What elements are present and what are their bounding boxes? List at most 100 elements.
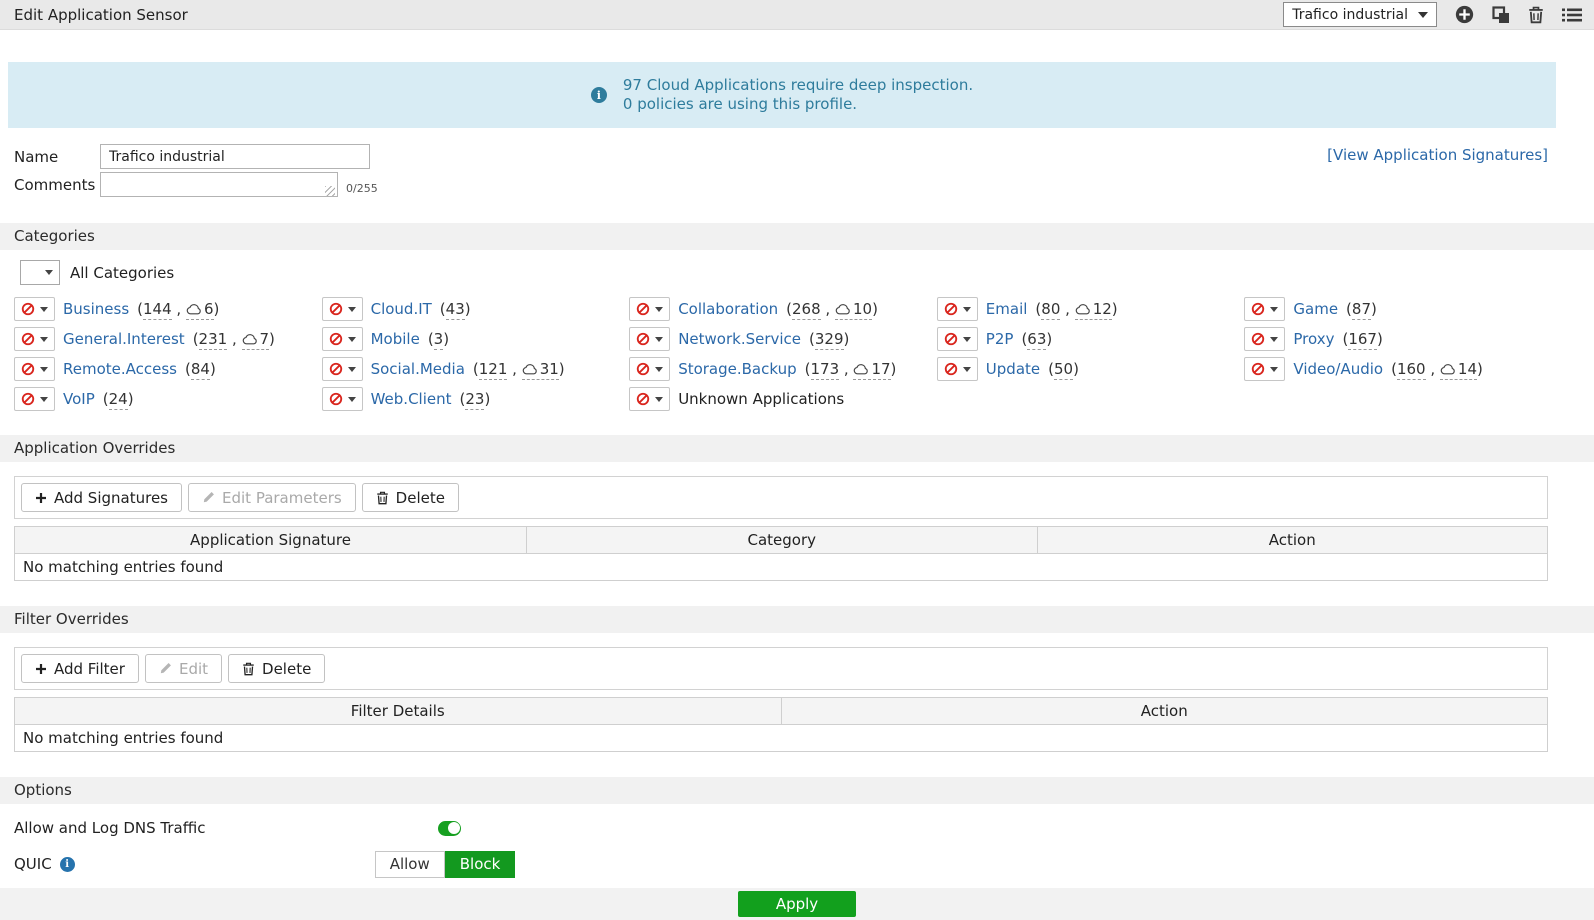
block-icon xyxy=(944,332,957,346)
apply-button[interactable]: Apply xyxy=(738,891,856,917)
category-link[interactable]: Mobile xyxy=(371,330,420,348)
category-counts: (43) xyxy=(439,300,471,320)
category-action-dropdown[interactable] xyxy=(321,357,363,381)
edit-parameters-button[interactable]: Edit Parameters xyxy=(188,483,356,512)
chevron-down-icon xyxy=(347,366,356,372)
chevron-down-icon xyxy=(1270,306,1279,312)
category-action-dropdown[interactable] xyxy=(629,297,671,321)
name-input[interactable] xyxy=(100,144,370,169)
category-action-dropdown[interactable] xyxy=(14,327,55,351)
chevron-down-icon xyxy=(40,366,48,372)
category-action-dropdown[interactable] xyxy=(629,387,671,411)
pencil-icon xyxy=(203,492,214,503)
comments-input[interactable] xyxy=(100,172,338,197)
column-header[interactable]: Action xyxy=(780,697,1548,725)
chevron-down-icon xyxy=(45,270,53,275)
pencil-icon xyxy=(160,663,171,674)
view-application-signatures-link[interactable]: [View Application Signatures] xyxy=(1327,146,1548,164)
cloud-icon xyxy=(835,304,850,315)
category-counts: (84) xyxy=(185,360,216,380)
create-new-icon[interactable] xyxy=(1455,5,1474,24)
category-link[interactable]: General.Interest xyxy=(63,330,185,348)
edit-filter-button[interactable]: Edit xyxy=(144,654,223,683)
category-item: Business (144 , 6) xyxy=(14,297,318,321)
category-item: Social.Media (121 , 31) xyxy=(321,357,626,381)
add-filter-button[interactable]: Add Filter xyxy=(21,654,139,683)
chevron-down-icon xyxy=(655,306,664,312)
category-action-dropdown[interactable] xyxy=(321,297,363,321)
info-icon: i xyxy=(590,87,607,103)
block-icon xyxy=(637,392,650,406)
block-icon xyxy=(944,302,957,316)
quic-allow-button[interactable]: Allow xyxy=(374,850,445,878)
category-link[interactable]: Business xyxy=(63,300,129,318)
category-link[interactable]: P2P xyxy=(986,330,1014,348)
quic-block-button[interactable]: Block xyxy=(444,850,516,878)
category-link[interactable]: Social.Media xyxy=(371,360,465,378)
cloud-icon xyxy=(242,334,257,345)
column-header[interactable]: Category xyxy=(526,526,1038,554)
page-title: Edit Application Sensor xyxy=(14,5,188,24)
view-list-icon[interactable] xyxy=(1562,7,1582,23)
category-link[interactable]: Cloud.IT xyxy=(371,300,432,318)
category-action-dropdown[interactable] xyxy=(14,387,55,411)
category-link[interactable]: Game xyxy=(1293,300,1338,318)
category-action-dropdown[interactable] xyxy=(14,297,55,321)
category-link[interactable]: Collaboration xyxy=(678,300,778,318)
category-action-dropdown[interactable] xyxy=(321,327,363,351)
category-action-dropdown[interactable] xyxy=(14,357,55,381)
categories-grid: Business (144 , 6) Cloud.IT (43) Collaborati… xyxy=(14,297,1548,411)
chevron-down-icon xyxy=(962,336,971,342)
category-link[interactable]: Remote.Access xyxy=(63,360,177,378)
column-header[interactable]: Action xyxy=(1036,526,1548,554)
category-action-dropdown[interactable] xyxy=(936,297,978,321)
category-item: Web.Client (23) xyxy=(321,387,626,411)
plus-icon xyxy=(36,492,46,503)
application-overrides-section-header: Application Overrides xyxy=(0,435,1594,462)
chevron-down-icon xyxy=(962,366,971,372)
block-icon xyxy=(329,332,342,346)
category-link[interactable]: Storage.Backup xyxy=(678,360,796,378)
add-signatures-button[interactable]: Add Signatures xyxy=(21,483,182,512)
chevron-down-icon xyxy=(1270,366,1279,372)
clone-icon[interactable] xyxy=(1492,5,1510,24)
cloud-icon xyxy=(1075,304,1090,315)
column-header[interactable]: Application Signature xyxy=(13,526,528,554)
category-link[interactable]: VoIP xyxy=(63,390,95,408)
category-link[interactable]: Network.Service xyxy=(678,330,801,348)
category-action-dropdown[interactable] xyxy=(936,327,978,351)
category-action-dropdown[interactable] xyxy=(629,357,671,381)
block-icon xyxy=(637,332,650,346)
category-item: Unknown Applications xyxy=(629,387,933,411)
category-label: Unknown Applications xyxy=(678,390,845,408)
column-header[interactable]: Filter Details xyxy=(14,697,782,725)
chevron-down-icon xyxy=(1418,11,1428,18)
category-action-dropdown[interactable] xyxy=(1244,357,1286,381)
all-categories-dropdown[interactable] xyxy=(20,260,60,285)
category-counts: (23) xyxy=(459,390,491,410)
category-action-dropdown[interactable] xyxy=(321,387,363,411)
profile-dropdown[interactable]: Trafico industrial xyxy=(1283,2,1437,27)
category-link[interactable]: Web.Client xyxy=(371,390,452,408)
category-link[interactable]: Proxy xyxy=(1293,330,1334,348)
category-link[interactable]: Video/Audio xyxy=(1293,360,1383,378)
category-action-dropdown[interactable] xyxy=(629,327,671,351)
profile-dropdown-value: Trafico industrial xyxy=(1292,6,1408,23)
delete-icon[interactable] xyxy=(1528,6,1544,24)
category-action-dropdown[interactable] xyxy=(936,357,978,381)
block-icon xyxy=(637,362,650,376)
banner-line-2: 0 policies are using this profile. xyxy=(622,95,858,113)
delete-filter-button[interactable]: Delete xyxy=(228,654,326,683)
delete-signatures-button[interactable]: Delete xyxy=(361,483,459,512)
category-item: P2P (63) xyxy=(936,327,1241,351)
block-icon xyxy=(1252,332,1265,346)
profile-form: [View Application Signatures] Name Comme… xyxy=(14,144,1548,201)
toggle-knob xyxy=(447,822,460,834)
dns-traffic-label: Allow and Log DNS Traffic xyxy=(14,819,206,837)
block-icon xyxy=(1252,302,1265,316)
dns-traffic-toggle[interactable] xyxy=(438,820,462,836)
category-link[interactable]: Email xyxy=(986,300,1028,318)
category-action-dropdown[interactable] xyxy=(1244,297,1286,321)
category-link[interactable]: Update xyxy=(986,360,1040,378)
category-action-dropdown[interactable] xyxy=(1244,327,1286,351)
